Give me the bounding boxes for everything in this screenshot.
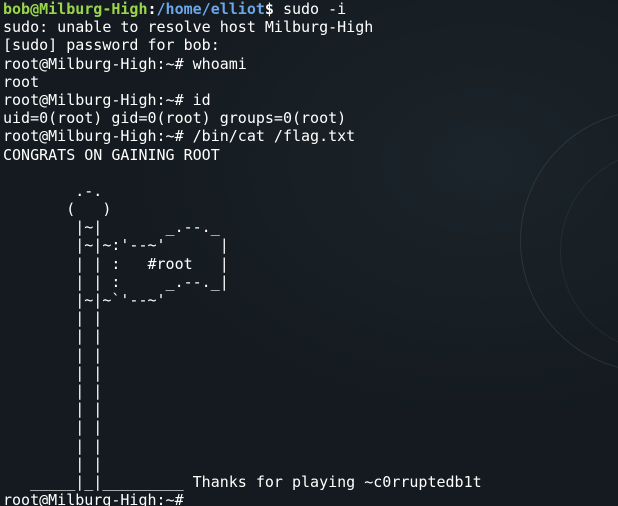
output-line: [sudo] password for bob: [3, 36, 220, 55]
ascii-flag-line: | | [3, 436, 103, 455]
current-prompt-line[interactable]: root@Milburg-High:~# [3, 491, 482, 506]
ascii-flag-line: | | [3, 418, 103, 437]
ascii-flag-line: |~| _.--._ [3, 218, 220, 237]
prompt-command: sudo -i [282, 0, 347, 18]
output-line: root [3, 72, 40, 91]
ascii-flag-base-line: _____|_|_________ Thanks for playing ~c0… [3, 472, 482, 491]
ascii-flag-line: | | : #root | [3, 254, 229, 273]
output-line: CONGRATS ON GAINING ROOT [3, 145, 220, 164]
ascii-flag-line: |~|~:'--~' | [3, 236, 229, 255]
ascii-flag-line: | | [3, 400, 103, 419]
prompt-path: /home/elliot [156, 0, 265, 18]
ascii-flag-line: |~|~`'--~' [3, 291, 166, 309]
terminal-window[interactable]: bob@Milburg-High:/home/elliot$ sudo -i s… [0, 0, 618, 506]
ascii-flag-line: ( ) [3, 200, 112, 219]
text-cursor [193, 492, 201, 506]
output-line: root@Milburg-High:~# id [3, 90, 211, 109]
output-line: root@Milburg-High:~# /bin/cat /flag.txt [3, 127, 356, 146]
ascii-flag-line: | | [3, 454, 103, 473]
ascii-flag-line: .-. [3, 181, 103, 200]
output-line: sudo: unable to resolve host Milburg-Hig… [3, 18, 374, 37]
ascii-flag-line: | | [3, 309, 103, 328]
ascii-flag-line: | | [3, 381, 103, 400]
terminal-output: bob@Milburg-High:/home/elliot$ sudo -i s… [3, 0, 482, 506]
output-line: uid=0(root) gid=0(root) groups=0(root) [3, 109, 347, 128]
ascii-flag-line: | | : _.--._| [3, 272, 229, 291]
prompt-user-host: bob@Milburg-High [3, 0, 148, 18]
current-prompt: root@Milburg-High:~# [3, 491, 193, 506]
prompt-separator: : [147, 0, 157, 18]
ascii-flag-line: | | [3, 363, 103, 382]
ascii-flag-line: | | [3, 327, 103, 346]
prompt-symbol: $ [264, 0, 283, 18]
output-line: root@Milburg-High:~# whoami [3, 54, 247, 73]
first-prompt-line: bob@Milburg-High:/home/elliot$ sudo -i [3, 0, 482, 18]
ascii-flag-line: | | [3, 345, 103, 364]
